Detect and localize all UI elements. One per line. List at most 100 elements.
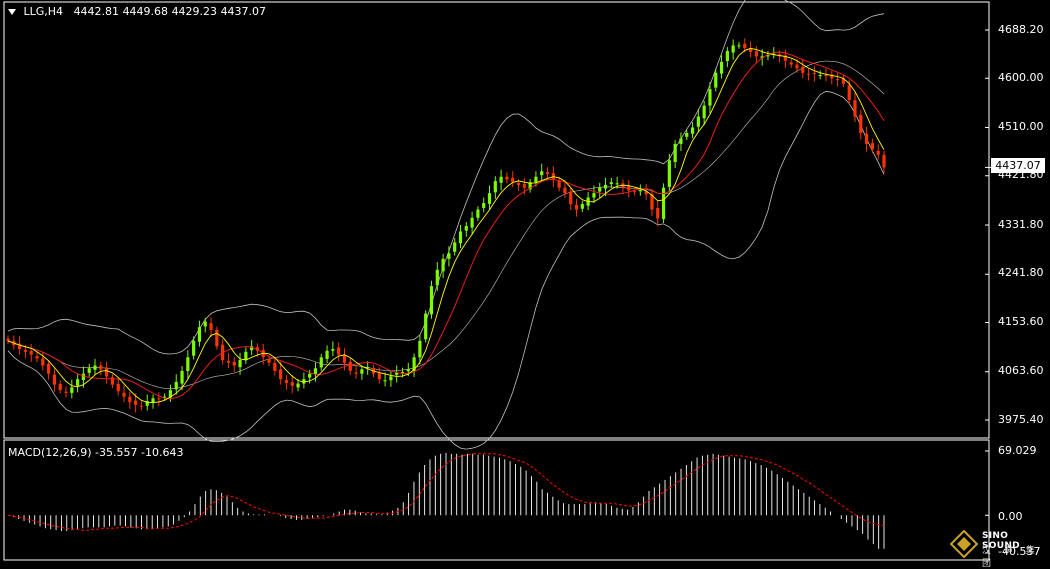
candle-body xyxy=(331,349,335,351)
macd-tick-label: 69.029 xyxy=(998,444,1037,457)
candle-body xyxy=(592,193,596,198)
sinosound-logo: SINO SOUND 汉 声 集 团 xyxy=(950,530,1045,569)
candle-body xyxy=(748,48,753,52)
candle-body xyxy=(661,187,666,220)
candle-body xyxy=(87,368,91,373)
candle-body xyxy=(308,373,312,378)
dropdown-triangle-icon[interactable] xyxy=(8,9,16,15)
chart-window[interactable]: LLG,H4 4442.81 4449.68 4429.23 4437.07 M… xyxy=(0,0,1050,569)
last-price-marker: 4437.07 xyxy=(991,158,1045,173)
candle-body xyxy=(743,43,747,49)
candle-body xyxy=(499,176,503,183)
candle-body xyxy=(267,358,271,363)
candle-body xyxy=(482,203,486,208)
price-tick-label: 4153.60 xyxy=(998,315,1044,328)
macd-label: MACD(12,26,9) xyxy=(8,446,92,459)
candle-body xyxy=(545,172,550,175)
price-tick-label: 4063.60 xyxy=(998,364,1044,377)
price-tick-label: 3975.40 xyxy=(998,413,1044,426)
candle-body xyxy=(435,269,439,286)
candle-body xyxy=(754,51,758,57)
chart-header: LLG,H4 4442.81 4449.68 4429.23 4437.07 xyxy=(8,5,266,18)
candle-body xyxy=(627,186,631,191)
candle-body xyxy=(99,365,103,370)
candle-body xyxy=(348,361,352,371)
candle-body xyxy=(81,373,86,381)
candle-body xyxy=(540,171,544,176)
candle-body xyxy=(23,349,28,352)
candle-body xyxy=(516,183,521,185)
candle-body xyxy=(418,340,422,358)
candle-body xyxy=(476,209,480,218)
candle-body xyxy=(795,64,799,69)
candle-body xyxy=(470,217,474,228)
macd-tick-label: 0.00 xyxy=(998,510,1023,523)
candle-body xyxy=(574,204,579,210)
candle-body xyxy=(580,204,584,209)
watermark-chinese: 汉 声 集 团 xyxy=(982,546,1040,569)
macd-value: -35.557 xyxy=(95,446,138,459)
candle-body xyxy=(882,154,886,168)
candle-body xyxy=(70,387,74,393)
candle-body xyxy=(859,114,863,133)
candle-body xyxy=(847,85,851,101)
candle-body xyxy=(58,383,62,391)
high-value: 4449.68 xyxy=(122,5,169,18)
candle-body xyxy=(105,367,109,377)
candle-body xyxy=(215,329,219,347)
candle-body xyxy=(238,360,242,368)
candle-body xyxy=(569,191,573,205)
price-chart[interactable] xyxy=(0,0,1050,565)
bollinger-middle-line xyxy=(7,60,885,390)
candle-body xyxy=(801,66,805,73)
candle-body xyxy=(806,73,811,75)
candle-body xyxy=(656,207,660,219)
candle-body xyxy=(673,143,677,162)
candle-body xyxy=(290,382,294,386)
open-value: 4442.81 xyxy=(73,5,120,18)
symbol-label: LLG,H4 xyxy=(23,5,64,18)
candle-body xyxy=(598,187,602,192)
candle-body xyxy=(203,321,207,327)
candle-body xyxy=(296,383,300,388)
candle-body xyxy=(424,313,428,340)
candle-body xyxy=(389,376,393,381)
candle-body xyxy=(360,369,364,374)
candle-body xyxy=(337,347,341,355)
candle-body xyxy=(244,351,248,361)
candle-body xyxy=(453,242,457,252)
candle-body xyxy=(226,360,231,363)
slow-ma-line xyxy=(7,51,885,400)
candle-body xyxy=(557,181,561,188)
price-tick-label: 4241.80 xyxy=(998,266,1044,279)
candle-body xyxy=(52,374,57,385)
candle-body xyxy=(180,370,184,384)
candle-body xyxy=(192,340,196,356)
candle-body xyxy=(209,323,213,330)
candle-body xyxy=(725,50,729,62)
candle-body xyxy=(864,133,869,144)
candle-body xyxy=(383,380,387,382)
candle-body xyxy=(116,383,120,392)
candle-body xyxy=(876,151,880,155)
candle-body xyxy=(406,369,410,372)
candle-body xyxy=(493,181,497,193)
candle-body xyxy=(273,362,277,371)
candle-body xyxy=(325,350,329,359)
candle-body xyxy=(685,132,689,137)
candle-body xyxy=(667,160,671,187)
candle-body xyxy=(377,372,381,380)
candle-body xyxy=(511,177,515,183)
fast-ma-line xyxy=(7,47,885,404)
candle-body xyxy=(603,184,608,189)
candle-body xyxy=(522,184,526,188)
candle-body xyxy=(47,363,51,374)
bollinger-upper-line xyxy=(7,0,885,355)
candle-body xyxy=(319,357,323,368)
candle-body xyxy=(64,391,68,393)
price-tick-label: 4510.00 xyxy=(998,120,1044,133)
close-value: 4437.07 xyxy=(220,5,267,18)
candle-body xyxy=(853,100,857,117)
candle-body xyxy=(458,231,463,244)
candle-body xyxy=(342,355,347,363)
